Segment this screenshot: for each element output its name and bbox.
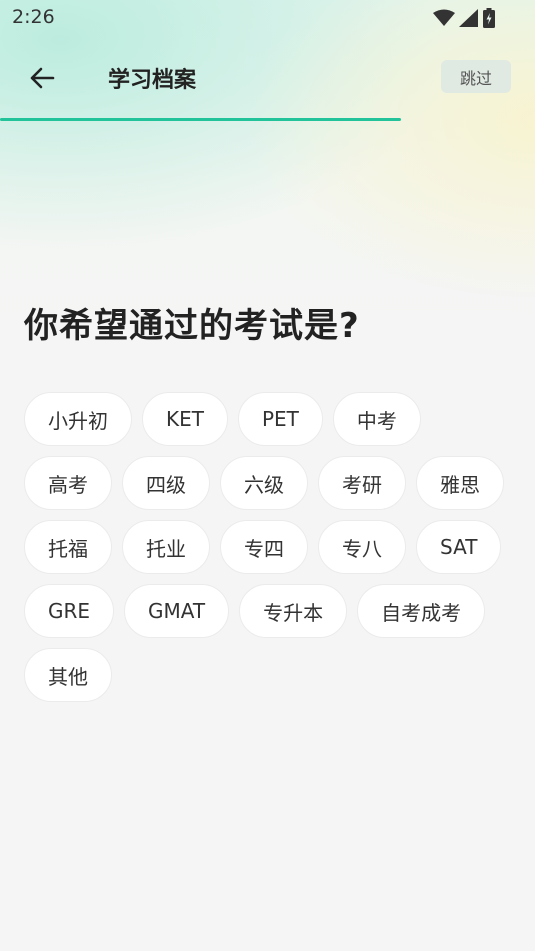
question-title: 你希望通过的考试是?: [24, 306, 360, 346]
cellular-signal-icon: [459, 9, 478, 27]
header: 学习档案 跳过: [0, 40, 535, 116]
exam-option-chip[interactable]: 专升本: [239, 584, 348, 638]
skip-button[interactable]: 跳过: [441, 60, 511, 93]
exam-option-chip[interactable]: 考研: [318, 456, 406, 510]
back-button[interactable]: [22, 60, 62, 96]
progress-bar: [0, 118, 535, 122]
exam-option-chip[interactable]: SAT: [416, 520, 502, 574]
exam-option-chip[interactable]: 其他: [24, 648, 112, 702]
exam-option-chip[interactable]: PET: [237, 392, 323, 446]
exam-option-chip[interactable]: 中考: [332, 392, 421, 446]
exam-option-chip[interactable]: 专八: [318, 520, 406, 574]
exam-option-chip[interactable]: 小升初: [24, 392, 132, 446]
exam-option-chip[interactable]: KET: [142, 392, 228, 446]
exam-option-chip[interactable]: 托业: [122, 520, 210, 574]
status-bar: 2:26: [0, 0, 535, 36]
battery-icon: [483, 8, 495, 28]
page-title: 学习档案: [108, 68, 197, 93]
exam-option-chip[interactable]: 自考成考: [357, 584, 486, 638]
progress-bar-fill: [0, 118, 402, 121]
exam-option-chip[interactable]: 六级: [220, 456, 308, 510]
exam-option-chip[interactable]: GMAT: [124, 584, 230, 638]
exam-option-chip[interactable]: 雅思: [416, 456, 504, 510]
exam-options: 小升初 KET PET 中考高考 四级 六级 考研 雅思托福 托业 专四 专八 SAT GRE GMAT 专…: [24, 392, 514, 702]
exam-option-chip[interactable]: GRE: [24, 584, 115, 638]
status-time: 2:26: [12, 6, 55, 28]
exam-option-chip[interactable]: 托福: [24, 520, 112, 574]
status-icons: [433, 7, 495, 29]
arrow-back-icon: [30, 67, 55, 89]
exam-option-chip[interactable]: 专四: [220, 520, 308, 574]
exam-option-chip[interactable]: 四级: [122, 456, 210, 510]
wifi-icon: [433, 9, 455, 26]
exam-option-chip[interactable]: 高考: [24, 456, 112, 510]
